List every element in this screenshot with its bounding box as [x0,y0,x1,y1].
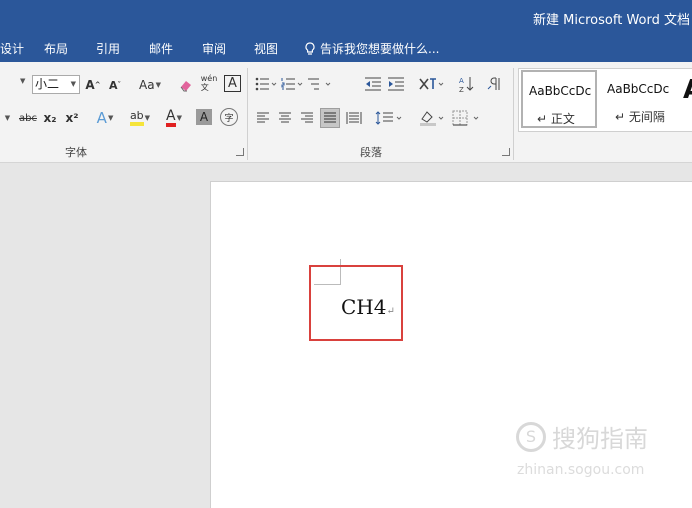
style-name: ↵ 正文 [537,112,575,126]
svg-text:A: A [459,77,464,85]
tab-mailings[interactable]: 邮件 [149,40,173,57]
superscript-icon: x² [65,111,79,125]
align-right-icon[interactable] [300,112,314,124]
sort-icon[interactable]: AZ [458,75,474,93]
strikethrough-button[interactable]: abc [17,108,39,128]
font-size-dropdown[interactable]: 小二 ▼ [32,75,80,94]
font-extra-caret[interactable]: ▼ [2,108,12,128]
shrink-font-icon: A [108,78,118,92]
tab-view[interactable]: 视图 [254,40,278,57]
paragraph-group-label: 段落 [360,146,382,159]
style-name: ↵ 无间隔 [615,110,665,124]
watermark-url: zhinan.sogou.com [517,462,645,478]
shading-icon[interactable] [418,109,446,127]
font-name-dropdown-caret[interactable]: ▼ [20,77,25,85]
watermark: S 搜狗指南 [516,419,648,454]
paragraph-dialog-launcher-icon[interactable] [502,148,510,156]
subscript-button[interactable]: x₂ [42,108,58,128]
text-effects-button[interactable]: A ▼ [93,108,117,128]
distributed-icon[interactable] [346,111,362,125]
change-case-icon: Aa [139,78,155,92]
highlight-box [309,265,403,341]
window-title: 新建 Microsoft Word 文档 [533,13,690,28]
document-page[interactable] [210,181,692,508]
grow-font-icon: A [85,78,95,92]
borders-icon[interactable] [452,110,482,126]
lightbulb-icon [305,41,315,55]
multilevel-list-icon[interactable] [307,77,331,91]
font-color-button[interactable]: A ▼ [160,108,188,128]
strikethrough-icon: abc [19,112,37,124]
font-group-label: 字体 [65,146,87,159]
eraser-icon [180,81,191,92]
style-sample: AaBbCcDc [607,82,670,96]
phonetic-guide-button[interactable]: wén 文 [200,73,218,93]
character-shading-icon: A [199,110,209,124]
change-case-button[interactable]: Aa ▼ [138,75,162,95]
clear-format-button[interactable] [178,75,194,95]
chinese-layout-icon[interactable] [418,76,444,92]
tab-design[interactable]: 设计 [0,40,24,57]
chevron-down-icon: ▼ [70,80,76,88]
svg-text:Z: Z [459,86,464,93]
ribbon-tabs: 设计 布局 引用 邮件 审阅 视图 告诉我您想要做什么... [0,35,692,62]
line-spacing-icon[interactable] [375,110,403,126]
shrink-font-button[interactable]: Aˇ [108,75,122,95]
tab-review[interactable]: 审阅 [202,40,226,57]
enclose-characters-icon: 字 [224,113,234,124]
justify-button[interactable] [320,108,340,128]
character-shading-button[interactable]: A [196,109,212,125]
group-separator [513,68,514,160]
font-size-value: 小二 [35,77,60,91]
style-sample: AaBbCcDc [529,84,592,98]
enclose-characters-button[interactable]: 字 [220,108,238,126]
character-border-button[interactable]: A [224,75,241,92]
decrease-indent-icon[interactable] [364,76,382,92]
tell-me-text: 告诉我您想要做什么... [320,42,440,56]
numbering-icon[interactable] [281,77,303,91]
watermark-text: 搜狗指南 [552,425,648,453]
increase-indent-icon[interactable] [387,76,405,92]
align-center-icon[interactable] [278,112,292,124]
character-border-icon: A [228,76,237,91]
tab-references[interactable]: 引用 [96,40,120,57]
bullets-icon[interactable] [255,77,277,91]
font-dialog-launcher-icon[interactable] [236,148,244,156]
align-left-icon[interactable] [256,112,270,124]
style-heading-preview[interactable]: A [683,75,692,105]
ribbon: ▼ 小二 ▼ A ^ Aˇ Aa ▼ wén 文 A ▼ abc x₂ x² A ▼ … [0,62,692,163]
text-effects-icon: A [96,109,107,127]
sogou-logo-icon: S [516,421,546,452]
tab-layout[interactable]: 布局 [44,40,68,57]
styles-gallery: AaBbCcDc ↵ 正文 AaBbCcDc ↵ 无间隔 A [518,68,692,132]
grow-font-button[interactable]: A ^ [85,75,100,95]
highlighter-icon: ab [129,110,144,126]
phonetic-guide-icon: wén 文 [200,74,218,92]
style-no-spacing[interactable]: AaBbCcDc ↵ 无间隔 [601,70,677,128]
show-formatting-icon[interactable] [487,76,503,92]
style-normal[interactable]: AaBbCcDc ↵ 正文 [521,70,597,128]
superscript-button[interactable]: x² [64,108,80,128]
title-bar: 新建 Microsoft Word 文档 [0,0,692,35]
highlight-color-button[interactable]: ab ▼ [125,108,155,128]
subscript-icon: x₂ [43,111,57,125]
font-color-icon: A [166,109,176,127]
tell-me-box[interactable]: 告诉我您想要做什么... [304,40,439,57]
justify-icon [324,112,336,123]
group-separator [247,68,248,160]
